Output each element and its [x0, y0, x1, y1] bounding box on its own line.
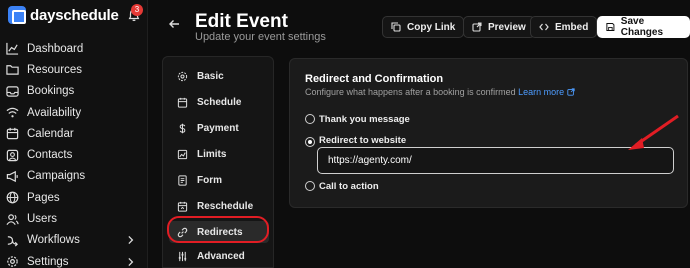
sidebar-item-label: Bookings — [27, 85, 75, 98]
embed-button[interactable]: Embed — [530, 16, 598, 38]
brand[interactable]: dayschedule — [8, 6, 119, 24]
sidebar-item-label: Workflows — [27, 234, 80, 247]
sidebar-item-pages[interactable]: Pages — [0, 187, 148, 208]
users-icon — [6, 213, 19, 225]
dollar-icon — [179, 123, 186, 133]
call-to-action-radio[interactable] — [305, 181, 315, 191]
sidebar-item-resources[interactable]: Resources — [0, 59, 148, 80]
reschedule-icon — [177, 201, 188, 212]
chart-icon — [6, 43, 19, 55]
contact-icon — [6, 149, 19, 161]
back-arrow-icon[interactable] — [168, 18, 180, 30]
code-icon — [539, 23, 549, 31]
sliders-icon — [178, 251, 187, 261]
menu-item-advanced[interactable]: Advanced — [169, 245, 269, 267]
annotation-arrow — [628, 114, 679, 150]
sidebar-item-calendar[interactable]: Calendar — [0, 123, 148, 144]
sidebar-item-label: Resources — [27, 63, 82, 76]
learn-more-link[interactable]: Learn more — [518, 87, 575, 97]
annotation-highlight-circle — [167, 216, 269, 243]
inbox-icon — [6, 85, 19, 97]
page-subtitle: Update your event settings — [195, 31, 326, 43]
sidebar-item-campaigns[interactable]: Campaigns — [0, 166, 148, 187]
sidebar-item-contacts[interactable]: Contacts — [0, 144, 148, 165]
notification-badge: 3 — [131, 4, 143, 16]
copy-link-label: Copy Link — [407, 21, 456, 33]
save-changes-button[interactable]: Save Changes — [597, 16, 690, 38]
sidebar-item-settings[interactable]: Settings — [0, 251, 148, 268]
section-description: Configure what happens after a booking i… — [305, 87, 575, 97]
copy-link-button[interactable]: Copy Link — [382, 16, 465, 38]
menu-item-form[interactable]: Form — [169, 169, 269, 191]
sidebar-nav: Dashboard Resources Bookings Availabilit… — [0, 38, 148, 268]
folder-icon — [6, 65, 19, 76]
sidebar-item-label: Users — [27, 213, 58, 226]
page-title: Edit Event — [195, 11, 288, 32]
sidebar-item-label: Contacts — [27, 149, 73, 162]
sidebar-item-label: Pages — [27, 191, 60, 204]
sidebar-item-bookings[interactable]: Bookings — [0, 81, 148, 102]
sidebar-item-label: Availability — [27, 106, 82, 119]
chevron-right-icon — [128, 236, 134, 245]
call-to-action-label: Call to action — [319, 181, 379, 192]
sidebar-item-workflows[interactable]: Workflows — [0, 230, 148, 251]
description-text: Configure what happens after a booking i… — [305, 87, 516, 97]
chevron-right-icon — [128, 257, 134, 266]
preview-label: Preview — [488, 21, 526, 33]
menu-item-label: Advanced — [197, 250, 245, 262]
brand-name: dayschedule — [30, 6, 119, 24]
form-icon — [178, 174, 187, 186]
copy-icon — [391, 22, 401, 32]
external-link-icon — [472, 22, 482, 32]
menu-item-label: Schedule — [197, 96, 242, 108]
limits-icon — [177, 149, 188, 159]
menu-item-basic[interactable]: Basic — [169, 65, 269, 87]
sidebar-item-label: Calendar — [27, 127, 74, 140]
sidebar-item-users[interactable]: Users — [0, 208, 148, 229]
sidebar-item-label: Settings — [27, 255, 69, 268]
settings-icon — [177, 71, 188, 81]
gear-icon — [7, 256, 18, 267]
menu-item-label: Reschedule — [197, 200, 254, 212]
redirect-website-label: Redirect to website — [319, 135, 407, 146]
menu-item-schedule[interactable]: Schedule — [169, 91, 269, 113]
sidebar-item-dashboard[interactable]: Dashboard — [0, 38, 148, 59]
sidebar-item-label: Campaigns — [27, 170, 86, 183]
megaphone-icon — [6, 170, 18, 183]
wifi-icon — [6, 107, 19, 118]
redirect-website-radio[interactable] — [305, 137, 315, 147]
thank-you-radio[interactable] — [305, 114, 315, 124]
menu-item-reschedule[interactable]: Reschedule — [169, 195, 269, 217]
menu-item-label: Form — [197, 174, 222, 186]
calendar-icon — [6, 128, 19, 140]
section-title: Redirect and Confirmation — [305, 73, 444, 85]
sidebar-item-availability[interactable]: Availability — [0, 102, 148, 123]
external-link-icon — [567, 88, 575, 96]
menu-item-limits[interactable]: Limits — [169, 143, 269, 165]
preview-button[interactable]: Preview — [463, 16, 535, 38]
workflow-icon — [7, 235, 18, 247]
menu-item-label: Basic — [197, 70, 224, 82]
calendar-icon — [177, 97, 188, 108]
learn-more-label: Learn more — [518, 87, 565, 97]
calendar-logo-icon — [8, 6, 26, 24]
save-icon — [606, 22, 615, 32]
sidebar-item-label: Dashboard — [27, 42, 84, 55]
menu-item-label: Limits — [197, 148, 227, 160]
menu-item-label: Payment — [197, 122, 239, 134]
sidebar: dayschedule 3 Dashboard Resources Bookin… — [0, 0, 148, 268]
save-changes-label: Save Changes — [620, 16, 664, 38]
embed-label: Embed — [555, 21, 589, 33]
thank-you-label: Thank you message — [319, 114, 410, 125]
globe-icon — [6, 191, 19, 204]
menu-item-payment[interactable]: Payment — [169, 117, 269, 139]
